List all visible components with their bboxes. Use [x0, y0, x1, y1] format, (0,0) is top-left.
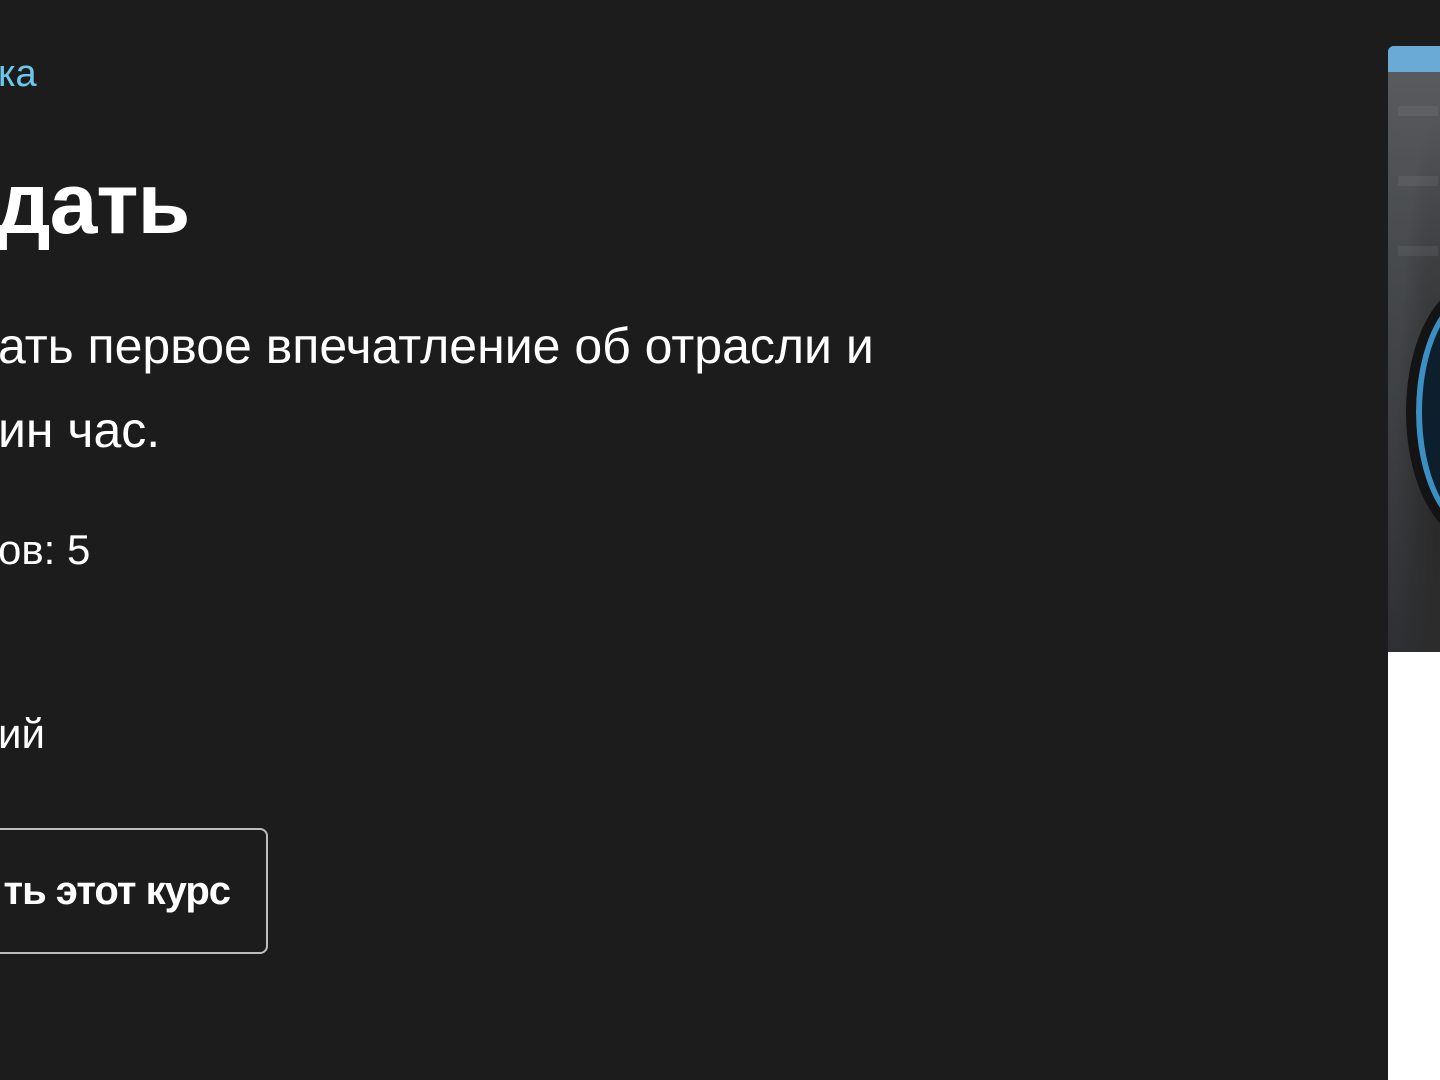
breadcrumb-link[interactable]: ка	[0, 50, 37, 98]
course-title: дать	[0, 156, 190, 252]
course-description-line-2: ин час.	[0, 402, 161, 458]
brick-texture	[1398, 176, 1438, 186]
course-card[interactable]	[1388, 46, 1440, 1080]
lessons-count: ов: 5	[0, 526, 91, 573]
course-level: ий	[0, 710, 45, 757]
brick-texture	[1398, 246, 1438, 256]
course-hero: ка дать ать первое впечатление об отрасл…	[0, 0, 1440, 1080]
start-course-button[interactable]: ть этот курс	[0, 828, 268, 954]
course-description: ать первое впечатление об отрасли и ин ч…	[0, 304, 874, 472]
brick-texture	[1398, 106, 1438, 116]
camera-lens-icon	[1406, 282, 1440, 542]
course-cover-image	[1388, 46, 1440, 652]
course-description-line-1: ать первое впечатление об отрасли и	[0, 318, 874, 374]
